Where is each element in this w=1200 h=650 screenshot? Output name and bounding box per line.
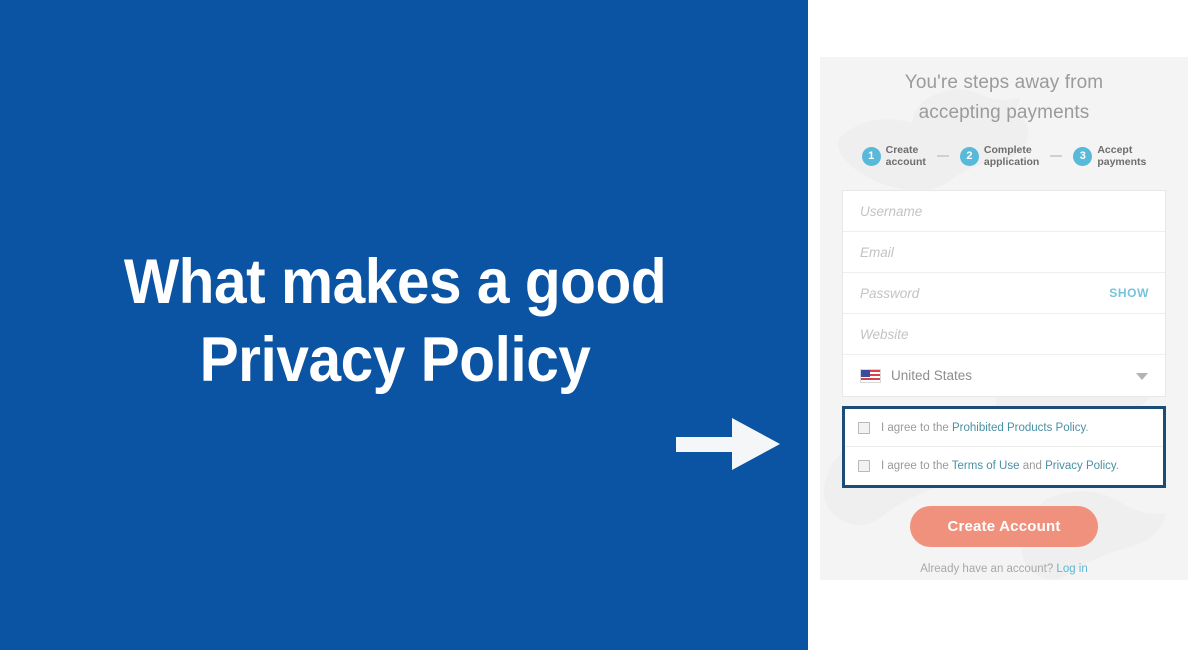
progress-steps: 1 Create account 2 Complete application	[820, 144, 1188, 168]
username-field-row[interactable]: Username	[843, 191, 1165, 232]
password-input-placeholder[interactable]: Password	[860, 286, 919, 301]
step-label-3: Accept payments	[1097, 144, 1146, 168]
create-account-button[interactable]: Create Account	[910, 506, 1098, 547]
arrow-shaft	[676, 437, 738, 452]
step-item-3: 3 Accept payments	[1073, 144, 1146, 168]
terms-of-use-link[interactable]: Terms of Use	[952, 460, 1020, 472]
signup-landing-screenshot: What makes a good Privacy Policy You're …	[0, 0, 1200, 650]
show-password-button[interactable]: SHOW	[1109, 286, 1149, 300]
step-number-1: 1	[861, 146, 881, 166]
country-select-value: United States	[891, 368, 973, 383]
step-item-2: 2 Complete application	[959, 144, 1039, 168]
flag-canton	[861, 369, 870, 377]
agreement-row-prohibited-products[interactable]: I agree to the Prohibited Products Polic…	[845, 409, 1163, 447]
agreement-checkbox-terms-privacy[interactable]	[858, 460, 870, 472]
email-field-row[interactable]: Email	[843, 232, 1165, 273]
password-field-row[interactable]: Password SHOW	[843, 273, 1165, 314]
submit-container: Create Account	[820, 506, 1188, 547]
log-in-link[interactable]: Log in	[1056, 563, 1087, 575]
agreement-suffix-2: .	[1115, 460, 1120, 472]
arrow-head	[732, 418, 780, 470]
login-prompt-row: Already have an account? Log in	[820, 563, 1188, 575]
country-select[interactable]: United States	[843, 355, 1165, 396]
step-number-2: 2	[959, 146, 979, 166]
login-prompt-text: Already have an account?	[920, 563, 1054, 575]
signup-area: You're steps away from accepting payment…	[808, 0, 1200, 650]
hero-panel: What makes a good Privacy Policy	[0, 0, 808, 650]
prohibited-products-policy-link[interactable]: Prohibited Products Policy	[952, 422, 1085, 434]
email-input-placeholder[interactable]: Email	[860, 245, 894, 260]
agreements-highlight-box: I agree to the Prohibited Products Polic…	[842, 406, 1166, 488]
signup-title: You're steps away from accepting payment…	[820, 68, 1188, 128]
step-label-2-line-2: application	[983, 156, 1040, 168]
step-label-2-line-1: Complete	[983, 144, 1032, 156]
username-input-placeholder[interactable]: Username	[860, 204, 922, 219]
step-connector-2	[1050, 155, 1063, 157]
step-item-1: 1 Create account	[861, 144, 926, 168]
agreement-row-terms-privacy[interactable]: I agree to the Terms of Use and Privacy …	[845, 447, 1163, 485]
chevron-down-icon[interactable]	[1136, 372, 1148, 380]
website-input-placeholder[interactable]: Website	[860, 327, 909, 342]
headline-line-1: What makes a good	[123, 247, 667, 317]
step-label-1: Create account	[886, 144, 926, 168]
step-label-1-line-1: Create	[885, 144, 919, 156]
signup-form: Username Email Password SHOW Website Uni…	[842, 190, 1166, 397]
agreement-middle-2: and	[1019, 460, 1046, 472]
step-connector-1	[936, 155, 949, 157]
us-flag-icon	[860, 368, 881, 383]
page-title: What makes a good Privacy Policy	[28, 243, 763, 399]
agreement-prefix-2: I agree to the	[881, 460, 952, 472]
agreement-suffix-1: .	[1085, 421, 1089, 434]
headline-line-2: Privacy Policy	[199, 325, 591, 395]
signup-title-line-1: You're steps away from	[904, 72, 1104, 93]
agreement-prefix-1: I agree to the	[881, 421, 952, 434]
signup-card: You're steps away from accepting payment…	[820, 57, 1188, 580]
agreement-text-terms-privacy: I agree to the Terms of Use and Privacy …	[881, 459, 1119, 473]
signup-title-line-2: accepting payments	[918, 102, 1090, 123]
agreement-text-prohibited-products: I agree to the Prohibited Products Polic…	[881, 421, 1089, 435]
step-label-3-line-1: Accept	[1097, 144, 1133, 156]
step-label-3-line-2: payments	[1097, 156, 1147, 168]
step-label-2: Complete application	[984, 144, 1039, 168]
website-field-row[interactable]: Website	[843, 314, 1165, 355]
step-label-1-line-2: account	[885, 156, 926, 168]
agreement-checkbox-prohibited-products[interactable]	[858, 421, 870, 434]
step-number-3: 3	[1073, 146, 1093, 166]
privacy-policy-link[interactable]: Privacy Policy	[1045, 460, 1116, 472]
arrow-right-icon	[676, 418, 780, 470]
